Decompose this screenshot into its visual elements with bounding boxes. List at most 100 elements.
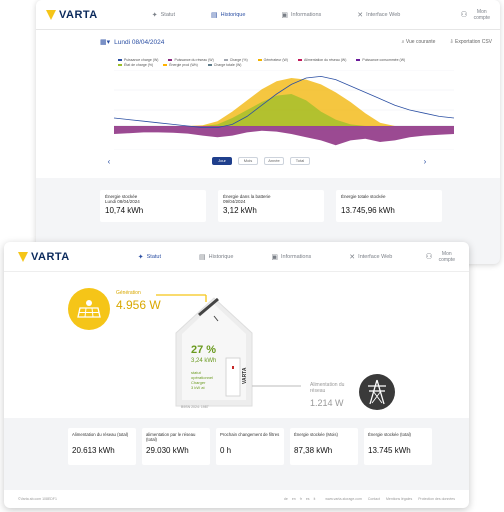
legend-entry[interactable]: Alimentation du réseau (W) xyxy=(298,58,346,62)
grid-value: 1.214 W xyxy=(310,398,344,408)
legend-entry[interactable]: Charge totale (W) xyxy=(208,63,242,67)
tools-icon: ✕ xyxy=(349,253,356,261)
language-option[interactable]: es xyxy=(306,497,310,501)
generation-value: 4.956 W xyxy=(116,298,161,312)
generation-label: Génération xyxy=(116,290,141,296)
nav-label: Historique xyxy=(208,253,234,260)
stat-label: Énergie stockée (Mois) xyxy=(294,432,338,437)
nav-label: Informations xyxy=(291,11,322,18)
brand-name: VARTA xyxy=(59,8,98,21)
stat-label: Prochain changement de filtres xyxy=(220,432,280,437)
chart-toolbar: ▦▾ Lundi 08/04/2024 ⌕ Vue courante ⇩ Exp… xyxy=(100,36,492,48)
varta-logo-mark-icon xyxy=(46,9,56,20)
status-topbar: VARTA ✦ Statut ▤ Historique ▣ Informations … xyxy=(4,242,469,272)
previous-day-button[interactable]: ‹ xyxy=(104,157,114,167)
stat-value: 20.613 kWh xyxy=(72,446,115,455)
card-value: 10,74 kWh xyxy=(105,206,144,215)
nav-label: Historique xyxy=(220,11,246,18)
legend-entry[interactable]: Générateur (W) xyxy=(258,58,288,62)
battery-energy: 3,24 kWh xyxy=(191,358,217,364)
screenshot-scene: VARTA ✦ Statut ▤ Historique ▣ Informations … xyxy=(0,0,504,512)
power-tower-icon xyxy=(359,374,395,410)
footer-links: www.varta-storage.com Contact Mentions lég… xyxy=(325,497,455,501)
card-value: 3,12 kWh xyxy=(223,206,257,215)
nav-informations[interactable]: ▣ Informations xyxy=(281,11,321,19)
sun-icon: ✦ xyxy=(137,253,144,261)
history-summary-card: Énergie dans la batterie 09/04/2024 3,12 k… xyxy=(218,190,324,222)
brand-name: VARTA xyxy=(31,250,70,263)
stat-card: alimentation par le réseau (total) 29.030… xyxy=(142,428,210,465)
stat-card: Énergie stockée (Mois) 87,38 kWh xyxy=(290,428,358,465)
range-button[interactable]: Mois xyxy=(238,157,258,165)
legend-entry[interactable]: État de charge (%) xyxy=(118,63,153,67)
nav-statut[interactable]: ✦ Statut xyxy=(138,253,161,261)
footer-version: ©Varta ab.com 108EDF1 xyxy=(18,497,57,501)
account-menu[interactable]: ⚇ Mon compte xyxy=(425,251,455,263)
legend-entry[interactable]: Énergie prod (Wh) xyxy=(163,63,198,67)
stat-label: alimentation par le réseau (total) xyxy=(146,432,196,442)
battery-brand: VARTA xyxy=(242,367,248,384)
footer-link[interactable]: Protection des données xyxy=(418,497,455,501)
range-button[interactable]: Jour xyxy=(212,157,232,165)
battery-state-line: 3 kW at xyxy=(191,385,205,390)
status-window: VARTA ✦ Statut ▤ Historique ▣ Informations … xyxy=(4,242,469,508)
nav-label: Interface Web xyxy=(366,11,401,18)
footer-link[interactable]: Mentions légales xyxy=(386,497,412,501)
history-summary-card: Énergie totale stockée 13.745,96 kWh xyxy=(336,190,442,222)
range-button[interactable]: Année xyxy=(264,157,284,165)
history-chart xyxy=(113,70,455,150)
calendar-icon[interactable]: ▦▾ xyxy=(100,38,110,46)
user-icon: ⚇ xyxy=(460,10,468,19)
range-buttons: Jour Mois Année Total xyxy=(212,157,310,165)
stat-card: Énergie stockée (total) 13.745 kWh xyxy=(364,428,432,465)
card-label: Énergie stockée Lundi 08/04/2024 xyxy=(105,194,201,204)
language-option[interactable]: en xyxy=(292,497,296,501)
range-button[interactable]: Total xyxy=(290,157,310,165)
card-subtitle: 09/04/2024 xyxy=(223,199,246,204)
varta-logo[interactable]: VARTA xyxy=(18,251,70,263)
language-option[interactable]: de xyxy=(284,497,288,501)
next-day-button[interactable]: › xyxy=(420,157,430,167)
user-icon: ⚇ xyxy=(425,252,433,261)
varta-logo[interactable]: VARTA xyxy=(46,9,98,21)
language-option[interactable]: it xyxy=(314,497,316,501)
card-label: Énergie dans la batterie 09/04/2024 xyxy=(223,194,319,204)
chart-icon: ▤ xyxy=(199,253,206,261)
power-tower-graphic xyxy=(368,379,386,405)
nav-statut[interactable]: ✦ Statut xyxy=(152,11,175,19)
view-link[interactable]: ⌕ Vue courante xyxy=(402,39,436,45)
nav-interface-web[interactable]: ✕ Interface Web xyxy=(357,11,400,19)
footer-link[interactable]: www.varta-storage.com xyxy=(325,497,362,501)
history-topbar: VARTA ✦ Statut ▤ Historique ▣ Informations … xyxy=(36,0,500,30)
card-value: 13.745,96 kWh xyxy=(341,206,395,215)
history-window: VARTA ✦ Statut ▤ Historique ▣ Informations … xyxy=(36,0,500,264)
legend-entry[interactable]: Puissance charge (W) xyxy=(118,58,158,62)
stat-value: 87,38 kWh xyxy=(294,446,333,455)
nav-historique[interactable]: ▤ Historique xyxy=(211,11,245,19)
legend-entry[interactable]: Puissance consommée (W) xyxy=(356,58,405,62)
history-date[interactable]: Lundi 08/04/2024 xyxy=(114,39,164,46)
legend-entry[interactable]: Charge (%) xyxy=(224,58,248,62)
account-menu[interactable]: ⚇ Mon compte xyxy=(460,9,490,21)
varta-logo-mark-icon xyxy=(18,251,28,262)
stat-value: 13.745 kWh xyxy=(368,446,411,455)
nav-interface-web[interactable]: ✕ Interface Web xyxy=(349,253,392,261)
house-diagram: VARTA xyxy=(156,294,301,407)
grid-label: Alimentation du réseau xyxy=(310,382,345,394)
card-label: Énergie totale stockée xyxy=(341,194,437,204)
language-selector: de en fr es it xyxy=(284,497,315,501)
nav-label: Interface Web xyxy=(358,253,393,260)
nav-historique[interactable]: ▤ Historique xyxy=(199,253,233,261)
series-area xyxy=(114,126,454,146)
nav-informations[interactable]: ▣ Informations xyxy=(271,253,311,261)
view-link-label: Vue courante xyxy=(405,39,436,45)
account-line2: compte xyxy=(473,14,490,21)
history-summary-card: Énergie stockée Lundi 08/04/2024 10,74 kWh xyxy=(100,190,206,222)
export-csv-link[interactable]: ⇩ Exportation CSV xyxy=(449,39,492,45)
legend-entry[interactable]: Puissance du réseau (W) xyxy=(168,58,213,62)
stat-card: Alimentation du réseau (total) 20.613 kWh xyxy=(68,428,136,465)
footer-link[interactable]: Contact xyxy=(368,497,380,501)
history-nav: ✦ Statut ▤ Historique ▣ Informations ✕ Inter… xyxy=(152,11,401,19)
info-icon: ▣ xyxy=(271,253,279,261)
language-option[interactable]: fr xyxy=(300,497,302,501)
